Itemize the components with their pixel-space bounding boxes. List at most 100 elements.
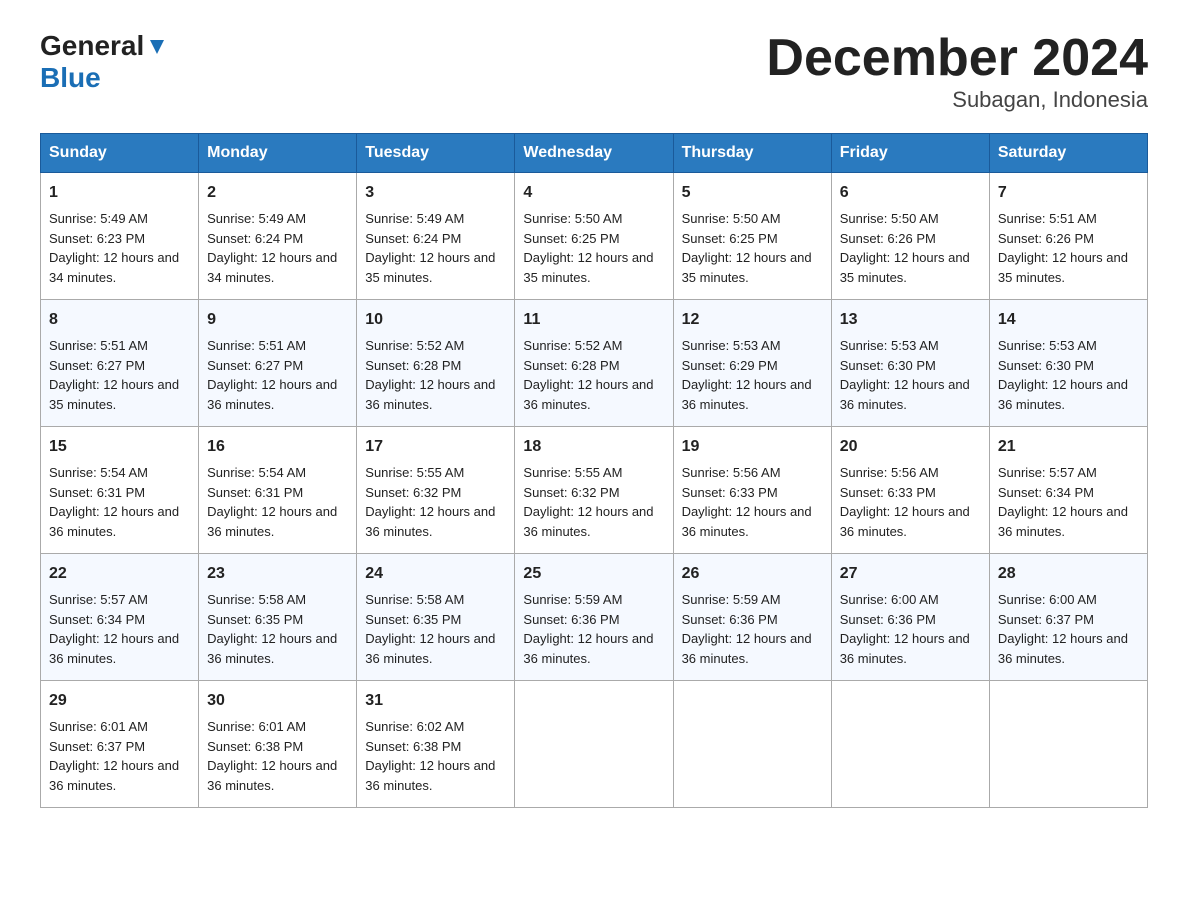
sunrise-text: Sunrise: 5:51 AM bbox=[49, 336, 190, 356]
table-row: 14Sunrise: 5:53 AMSunset: 6:30 PMDayligh… bbox=[989, 300, 1147, 427]
table-row bbox=[673, 681, 831, 808]
sunrise-text: Sunrise: 6:01 AM bbox=[207, 717, 348, 737]
logo: General Blue bbox=[40, 30, 168, 94]
table-row: 21Sunrise: 5:57 AMSunset: 6:34 PMDayligh… bbox=[989, 427, 1147, 554]
table-row bbox=[831, 681, 989, 808]
table-row: 10 Sunrise: 5:52 AMSunset: 6:28 PMDayligh… bbox=[357, 300, 515, 427]
calendar-title-block: December 2024 Subagan, Indonesia bbox=[766, 30, 1148, 113]
table-row bbox=[515, 681, 673, 808]
sunset-text: Sunset: 6:25 PM bbox=[682, 229, 823, 249]
table-row: 7Sunrise: 5:51 AMSunset: 6:26 PMDaylight… bbox=[989, 173, 1147, 300]
table-row: 6Sunrise: 5:50 AMSunset: 6:26 PMDaylight… bbox=[831, 173, 989, 300]
header-wednesday: Wednesday bbox=[515, 134, 673, 173]
sunset-text: Sunset: 6:38 PM bbox=[207, 737, 348, 757]
daylight-text: Daylight: 12 hours and 36 minutes. bbox=[207, 629, 348, 668]
sunset-text: Sunset: 6:36 PM bbox=[523, 610, 664, 630]
sunrise-text: Sunrise: 6:00 AM bbox=[840, 590, 981, 610]
table-row: 1Sunrise: 5:49 AMSunset: 6:23 PMDaylight… bbox=[41, 173, 199, 300]
daylight-text: Daylight: 12 hours and 36 minutes. bbox=[682, 502, 823, 541]
calendar-month-year: December 2024 bbox=[766, 30, 1148, 87]
sunset-text: Sunset: 6:25 PM bbox=[523, 229, 664, 249]
day-number: 10 bbox=[365, 308, 506, 332]
sunrise-text: Sunrise: 5:49 AM bbox=[365, 209, 506, 229]
sunrise-text: Sunrise: 5:49 AM bbox=[49, 209, 190, 229]
day-number: 15 bbox=[49, 435, 190, 459]
calendar-week-row: 29Sunrise: 6:01 AMSunset: 6:37 PMDayligh… bbox=[41, 681, 1148, 808]
daylight-text: Daylight: 12 hours and 36 minutes. bbox=[49, 502, 190, 541]
day-number: 26 bbox=[682, 562, 823, 586]
sunrise-text: Sunrise: 5:53 AM bbox=[682, 336, 823, 356]
sunset-text: Sunset: 6:33 PM bbox=[840, 483, 981, 503]
daylight-text: Daylight: 12 hours and 34 minutes. bbox=[207, 248, 348, 287]
daylight-text: Daylight: 12 hours and 36 minutes. bbox=[840, 375, 981, 414]
header-tuesday: Tuesday bbox=[357, 134, 515, 173]
table-row: 12 Sunrise: 5:53 AMSunset: 6:29 PMDayligh… bbox=[673, 300, 831, 427]
sunrise-text: Sunrise: 5:56 AM bbox=[840, 463, 981, 483]
logo-triangle-icon bbox=[146, 36, 168, 58]
day-number: 25 bbox=[523, 562, 664, 586]
day-number: 27 bbox=[840, 562, 981, 586]
day-number: 17 bbox=[365, 435, 506, 459]
sunrise-text: Sunrise: 5:51 AM bbox=[207, 336, 348, 356]
sunset-text: Sunset: 6:28 PM bbox=[365, 356, 506, 376]
daylight-text: Daylight: 12 hours and 36 minutes. bbox=[207, 502, 348, 541]
daylight-text: Daylight: 12 hours and 36 minutes. bbox=[840, 629, 981, 668]
table-row: 13Sunrise: 5:53 AMSunset: 6:30 PMDayligh… bbox=[831, 300, 989, 427]
sunrise-text: Sunrise: 5:53 AM bbox=[840, 336, 981, 356]
sunrise-text: Sunrise: 5:58 AM bbox=[207, 590, 348, 610]
calendar-week-row: 8Sunrise: 5:51 AMSunset: 6:27 PMDaylight… bbox=[41, 300, 1148, 427]
daylight-text: Daylight: 12 hours and 35 minutes. bbox=[365, 248, 506, 287]
daylight-text: Daylight: 12 hours and 36 minutes. bbox=[365, 756, 506, 795]
table-row: 16Sunrise: 5:54 AMSunset: 6:31 PMDayligh… bbox=[199, 427, 357, 554]
header-friday: Friday bbox=[831, 134, 989, 173]
daylight-text: Daylight: 12 hours and 36 minutes. bbox=[523, 629, 664, 668]
sunset-text: Sunset: 6:28 PM bbox=[523, 356, 664, 376]
sunset-text: Sunset: 6:30 PM bbox=[998, 356, 1139, 376]
sunset-text: Sunset: 6:36 PM bbox=[682, 610, 823, 630]
daylight-text: Daylight: 12 hours and 36 minutes. bbox=[365, 375, 506, 414]
day-number: 12 bbox=[682, 308, 823, 332]
day-number: 23 bbox=[207, 562, 348, 586]
sunrise-text: Sunrise: 5:49 AM bbox=[207, 209, 348, 229]
sunset-text: Sunset: 6:27 PM bbox=[207, 356, 348, 376]
logo-general-text: General bbox=[40, 30, 144, 62]
table-row: 25Sunrise: 5:59 AMSunset: 6:36 PMDayligh… bbox=[515, 554, 673, 681]
daylight-text: Daylight: 12 hours and 36 minutes. bbox=[682, 375, 823, 414]
table-row: 28Sunrise: 6:00 AMSunset: 6:37 PMDayligh… bbox=[989, 554, 1147, 681]
daylight-text: Daylight: 12 hours and 36 minutes. bbox=[523, 375, 664, 414]
sunset-text: Sunset: 6:30 PM bbox=[840, 356, 981, 376]
day-number: 14 bbox=[998, 308, 1139, 332]
logo-blue-text: Blue bbox=[40, 62, 101, 93]
table-row: 29Sunrise: 6:01 AMSunset: 6:37 PMDayligh… bbox=[41, 681, 199, 808]
sunrise-text: Sunrise: 5:52 AM bbox=[365, 336, 506, 356]
table-row: 27 Sunrise: 6:00 AMSunset: 6:36 PMDayligh… bbox=[831, 554, 989, 681]
sunset-text: Sunset: 6:26 PM bbox=[998, 229, 1139, 249]
sunset-text: Sunset: 6:29 PM bbox=[682, 356, 823, 376]
sunset-text: Sunset: 6:32 PM bbox=[365, 483, 506, 503]
table-row: 15Sunrise: 5:54 AMSunset: 6:31 PMDayligh… bbox=[41, 427, 199, 554]
table-row: 26Sunrise: 5:59 AMSunset: 6:36 PMDayligh… bbox=[673, 554, 831, 681]
sunrise-text: Sunrise: 5:50 AM bbox=[682, 209, 823, 229]
sunset-text: Sunset: 6:27 PM bbox=[49, 356, 190, 376]
day-number: 18 bbox=[523, 435, 664, 459]
day-number: 21 bbox=[998, 435, 1139, 459]
daylight-text: Daylight: 12 hours and 36 minutes. bbox=[840, 502, 981, 541]
sunrise-text: Sunrise: 5:54 AM bbox=[207, 463, 348, 483]
sunrise-text: Sunrise: 5:58 AM bbox=[365, 590, 506, 610]
daylight-text: Daylight: 12 hours and 35 minutes. bbox=[682, 248, 823, 287]
table-row: 24Sunrise: 5:58 AMSunset: 6:35 PMDayligh… bbox=[357, 554, 515, 681]
daylight-text: Daylight: 12 hours and 35 minutes. bbox=[523, 248, 664, 287]
table-row: 3Sunrise: 5:49 AMSunset: 6:24 PMDaylight… bbox=[357, 173, 515, 300]
sunrise-text: Sunrise: 5:57 AM bbox=[49, 590, 190, 610]
day-number: 19 bbox=[682, 435, 823, 459]
daylight-text: Daylight: 12 hours and 36 minutes. bbox=[998, 375, 1139, 414]
sunrise-text: Sunrise: 5:50 AM bbox=[523, 209, 664, 229]
calendar-location: Subagan, Indonesia bbox=[766, 87, 1148, 113]
sunrise-text: Sunrise: 5:54 AM bbox=[49, 463, 190, 483]
calendar-week-row: 1Sunrise: 5:49 AMSunset: 6:23 PMDaylight… bbox=[41, 173, 1148, 300]
day-number: 22 bbox=[49, 562, 190, 586]
sunset-text: Sunset: 6:36 PM bbox=[840, 610, 981, 630]
day-number: 3 bbox=[365, 181, 506, 205]
daylight-text: Daylight: 12 hours and 35 minutes. bbox=[998, 248, 1139, 287]
sunset-text: Sunset: 6:24 PM bbox=[207, 229, 348, 249]
